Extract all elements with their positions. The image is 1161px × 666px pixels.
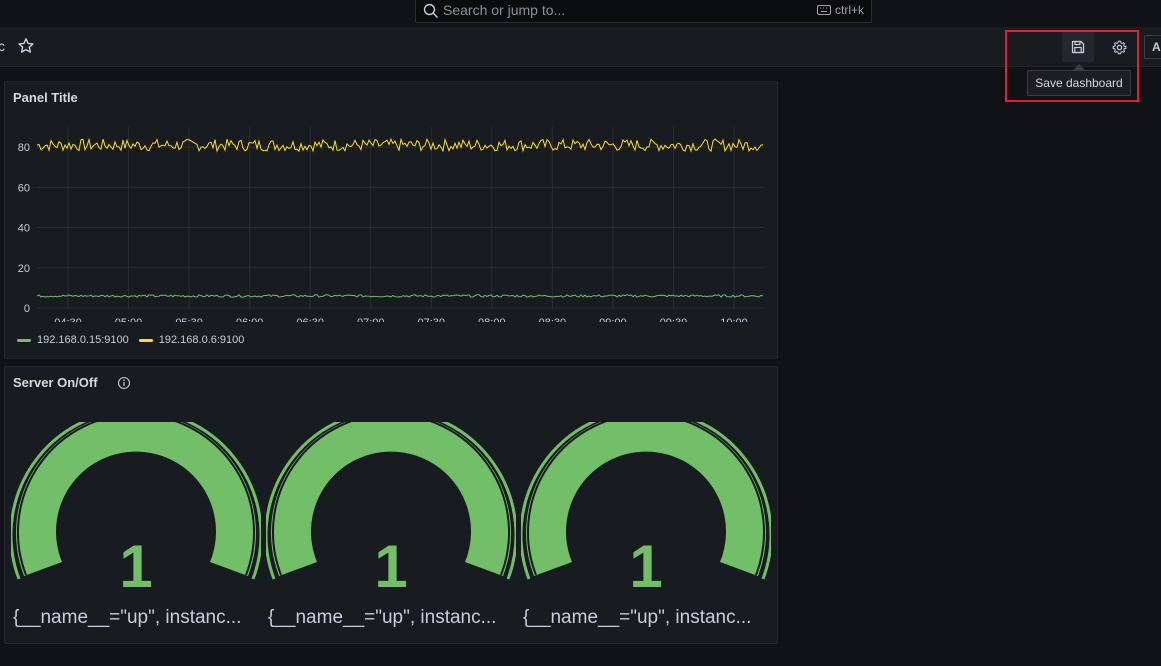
save-icon	[1071, 40, 1085, 54]
search-icon	[423, 3, 438, 18]
y-tick-label: 60	[18, 182, 30, 194]
dashboard-toolbar: c Ac	[0, 27, 1161, 67]
x-tick-label: 04:30	[54, 317, 82, 322]
add-button[interactable]: Ac	[1144, 35, 1161, 59]
series-line	[36, 293, 764, 298]
y-tick-label: 20	[18, 263, 30, 275]
dashboard-settings-button[interactable]	[1104, 32, 1134, 62]
x-tick-label: 07:00	[357, 317, 385, 322]
x-tick-label: 09:00	[599, 317, 627, 322]
breadcrumb[interactable]: c	[0, 38, 5, 54]
legend-swatch	[17, 338, 31, 342]
y-tick-label: 40	[18, 223, 30, 235]
legend-label: 192.168.0.15:9100	[37, 334, 129, 346]
y-tick-label: 80	[18, 142, 30, 154]
x-tick-label: 05:00	[115, 317, 143, 322]
legend-item[interactable]: 192.168.0.6:9100	[138, 334, 245, 346]
x-tick-label: 10:00	[720, 317, 748, 322]
search-shortcut: ctrl+k	[816, 3, 864, 17]
star-icon[interactable]	[17, 37, 35, 55]
gauge-label: {__name__="up", instanc...	[13, 607, 242, 628]
x-tick-label: 08:00	[478, 317, 506, 322]
search-input[interactable]: Search or jump to... ctrl+k	[415, 0, 872, 23]
legend-item[interactable]: 192.168.0.15:9100	[17, 334, 129, 346]
info-icon[interactable]	[117, 376, 131, 390]
x-tick-label: 07:30	[418, 317, 446, 322]
search-shortcut-label: ctrl+k	[834, 3, 864, 17]
time-series-chart: 0 20 40 60 80 04:30 05:00 05:30 06:00 06:30 07:00 0…	[18, 127, 764, 322]
y-tick-label: 0	[24, 303, 30, 315]
x-tick-label: 05:30	[175, 317, 203, 322]
time-series-panel[interactable]: Panel Title 02040608004:3005:0005:3006:0…	[4, 81, 778, 359]
x-tick-label: 06:30	[296, 317, 324, 322]
legend-swatch	[138, 338, 153, 342]
search-placeholder: Search or jump to...	[443, 2, 566, 18]
gauge-value: 1	[374, 533, 407, 600]
save-dashboard-tooltip: Save dashboard	[1027, 70, 1131, 96]
series-line	[36, 137, 764, 153]
panel-title[interactable]: Server On/Off	[13, 375, 98, 390]
chart-legend: 192.168.0.15:9100 192.168.0.6:9100	[17, 334, 244, 346]
gear-icon	[1112, 40, 1126, 54]
gauge-label: {__name__="up", instanc...	[268, 607, 497, 628]
top-bar: Search or jump to... ctrl+k	[0, 0, 1161, 27]
gauge-value: 1	[629, 533, 662, 600]
gauge: 1	[521, 422, 771, 600]
keyboard-icon	[816, 5, 831, 15]
x-tick-label: 06:00	[236, 317, 264, 322]
gauge: 1	[11, 422, 261, 600]
gauge: 1	[266, 422, 516, 600]
x-tick-label: 09:30	[660, 317, 688, 322]
server-status-panel[interactable]: Server On/Off 1 {__name__="up", instanc.…	[4, 366, 778, 644]
x-tick-label: 08:30	[539, 317, 567, 322]
save-dashboard-button[interactable]	[1062, 32, 1094, 62]
legend-label: 192.168.0.6:9100	[158, 334, 245, 346]
gauge-value: 1	[119, 533, 152, 600]
gauge-label: {__name__="up", instanc...	[523, 607, 752, 628]
